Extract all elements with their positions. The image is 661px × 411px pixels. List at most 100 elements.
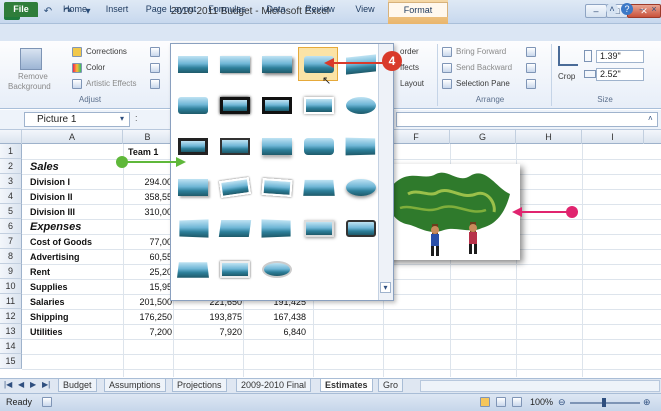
row-header[interactable]: 8 <box>0 249 22 264</box>
tab-format[interactable]: Format <box>388 2 448 17</box>
color-icon[interactable] <box>72 63 82 73</box>
corrections-icon[interactable] <box>72 47 82 57</box>
cell-label[interactable]: Advertising <box>30 250 80 265</box>
zoom-in-icon[interactable]: ⊕ <box>643 397 651 408</box>
tab-page-layout[interactable]: Page Layout <box>144 2 198 17</box>
remove-background-label-1[interactable]: Remove <box>18 72 48 81</box>
horizontal-scrollbar[interactable] <box>420 380 660 392</box>
tab-insert[interactable]: Insert <box>100 2 134 17</box>
tab-view[interactable]: View <box>350 2 380 17</box>
picture-style-item[interactable] <box>258 90 296 120</box>
row-header[interactable]: 3 <box>0 174 22 189</box>
row-header[interactable]: 10 <box>0 279 22 294</box>
sheet-tab[interactable]: Gro <box>378 379 404 392</box>
row-header[interactable]: 11 <box>0 294 22 309</box>
sheet-tab[interactable]: 2009-2010 Final <box>236 379 312 392</box>
cell-value-b[interactable]: 77,00 <box>127 235 172 250</box>
picture-effects-button[interactable]: ffects <box>400 63 419 72</box>
picture-style-item[interactable] <box>258 254 296 284</box>
picture-style-item[interactable] <box>174 254 212 284</box>
picture-style-item[interactable] <box>300 90 338 120</box>
row-header[interactable]: 2 <box>0 159 22 174</box>
picture-style-item[interactable] <box>300 131 338 161</box>
cell-label[interactable]: Division III <box>30 205 75 220</box>
cell-label[interactable]: Utilities <box>30 325 63 340</box>
artistic-effects-icon[interactable] <box>72 79 82 89</box>
column-header-g[interactable]: G <box>450 130 516 144</box>
cell-label[interactable]: Rent <box>30 265 50 280</box>
crop-button[interactable]: Crop <box>558 72 575 81</box>
tab-data[interactable]: Data <box>262 2 290 17</box>
remove-background-icon[interactable] <box>20 48 42 70</box>
remove-background-label-2[interactable]: Background <box>8 82 51 91</box>
picture-style-item[interactable] <box>258 172 296 202</box>
picture-style-item[interactable] <box>174 213 212 243</box>
column-header-b[interactable]: B <box>123 130 173 144</box>
picture-style-item[interactable] <box>216 213 254 243</box>
row-header[interactable]: 5 <box>0 204 22 219</box>
zoom-level[interactable]: 100% <box>530 397 553 407</box>
picture-style-item[interactable] <box>258 213 296 243</box>
row-header[interactable]: 12 <box>0 309 22 324</box>
picture-style-item[interactable] <box>258 49 296 79</box>
cell-value-b[interactable]: 15,95 <box>127 280 172 295</box>
zoom-slider-thumb[interactable] <box>602 398 606 407</box>
cell-value-b[interactable]: 358,55 <box>127 190 172 205</box>
picture-style-item[interactable] <box>216 90 254 120</box>
cell-value-c[interactable]: 7,920 <box>198 325 242 340</box>
cell-label[interactable]: Division I <box>30 175 70 190</box>
change-picture-icon[interactable] <box>150 63 160 73</box>
reset-picture-icon[interactable] <box>150 79 160 89</box>
row-header[interactable]: 1 <box>0 144 22 159</box>
picture-style-item[interactable] <box>216 49 254 79</box>
cell-sales-header[interactable]: Sales <box>30 160 59 175</box>
cell-label[interactable]: Division II <box>30 190 73 205</box>
next-sheet-icon[interactable]: ▶ <box>30 380 36 389</box>
send-backward-button[interactable]: Send Backward <box>456 63 512 72</box>
shape-width-input[interactable]: 2.52" <box>596 68 644 81</box>
send-backward-icon[interactable] <box>442 63 452 73</box>
cell-label[interactable]: Salaries <box>30 295 65 310</box>
row-header[interactable]: 15 <box>0 354 22 369</box>
picture-style-item[interactable] <box>258 131 296 161</box>
align-icon[interactable] <box>526 47 536 57</box>
select-all-corner[interactable] <box>0 130 22 144</box>
sheet-tab-active[interactable]: Estimates <box>320 379 373 392</box>
last-sheet-icon[interactable]: ▶| <box>42 380 50 389</box>
tab-home[interactable]: Home <box>58 2 92 17</box>
column-header-a[interactable]: A <box>22 130 123 144</box>
cell-value-b[interactable]: 7,200 <box>127 325 172 340</box>
cell-label[interactable]: Shipping <box>30 310 69 325</box>
picture-style-item[interactable] <box>300 172 338 202</box>
picture-style-item[interactable] <box>342 172 380 202</box>
cell-expenses-header[interactable]: Expenses <box>30 220 81 235</box>
gallery-more-icon[interactable]: ▾ <box>380 282 391 293</box>
name-box-dropdown-icon[interactable]: ▾ <box>120 114 124 123</box>
doc-close-icon[interactable]: × <box>648 3 660 15</box>
bring-forward-icon[interactable] <box>442 47 452 57</box>
cell-value-b[interactable]: 60,55 <box>127 250 172 265</box>
cell-value-b[interactable]: 25,20 <box>127 265 172 280</box>
expand-formula-bar-icon[interactable]: ˄ <box>648 114 653 123</box>
picture-style-item[interactable] <box>216 131 254 161</box>
row-header[interactable]: 4 <box>0 189 22 204</box>
row-header[interactable]: 7 <box>0 234 22 249</box>
gallery-scrollbar[interactable] <box>378 44 393 300</box>
tab-file[interactable]: File <box>4 2 38 17</box>
selection-pane-icon[interactable] <box>442 79 452 89</box>
picture-style-item[interactable] <box>342 213 380 243</box>
picture-style-item[interactable] <box>174 90 212 120</box>
picture-style-item[interactable] <box>216 254 254 284</box>
bring-forward-button[interactable]: Bring Forward <box>456 47 506 56</box>
compress-pictures-icon[interactable] <box>150 47 160 57</box>
page-break-view-icon[interactable] <box>512 397 522 407</box>
picture-style-item[interactable] <box>216 172 254 202</box>
prev-sheet-icon[interactable]: ◀ <box>18 380 24 389</box>
tab-review[interactable]: Review <box>302 2 338 17</box>
picture-style-item[interactable] <box>174 49 212 79</box>
picture-style-item[interactable] <box>174 172 212 202</box>
picture-style-item[interactable] <box>342 90 380 120</box>
minimize-button[interactable]: – <box>585 4 607 18</box>
picture-style-item[interactable] <box>342 131 380 161</box>
rotate-icon[interactable] <box>526 79 536 89</box>
